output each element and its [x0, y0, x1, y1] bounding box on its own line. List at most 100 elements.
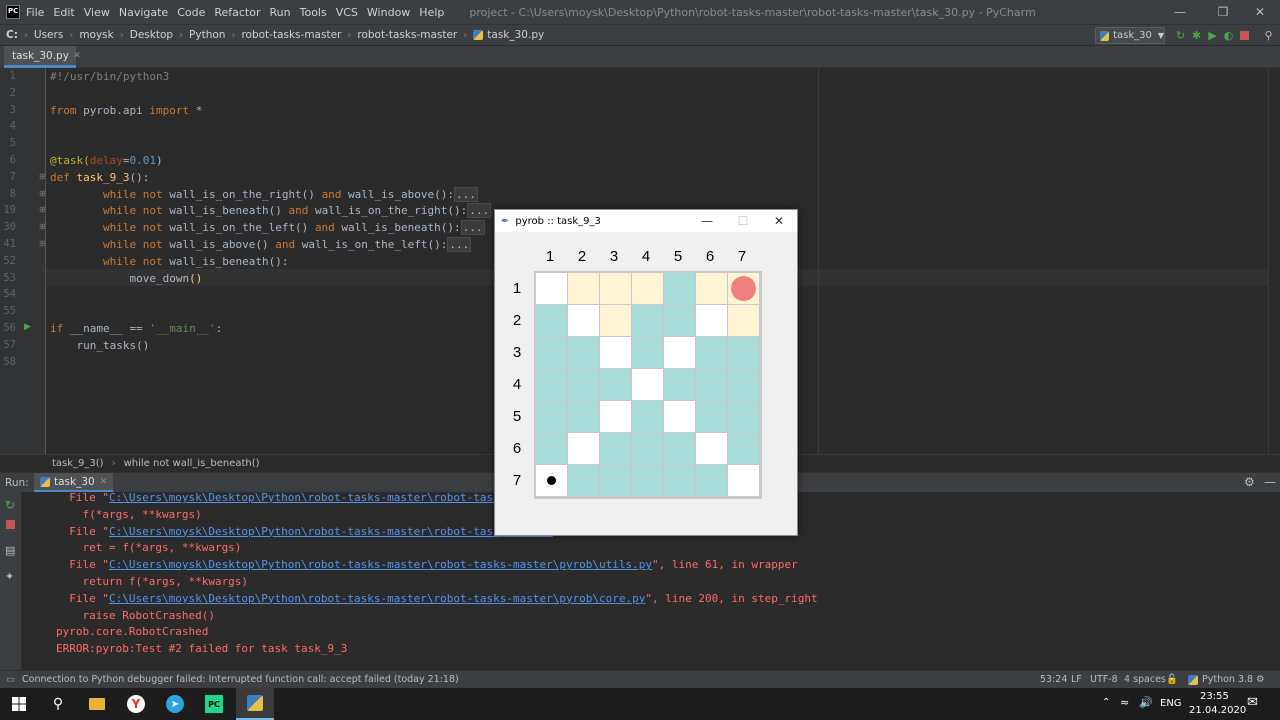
close-tab-icon[interactable]: ✕ — [100, 477, 108, 487]
layout-icon[interactable]: ▤ — [5, 544, 15, 557]
search-icon[interactable]: ⚲ — [39, 688, 77, 720]
breadcrumb-while[interactable]: while not wall_is_beneath() — [124, 458, 260, 469]
breadcrumb-item[interactable]: C: — [6, 29, 18, 41]
clock-time[interactable]: 23:55 — [1200, 691, 1229, 702]
menu-view[interactable]: View — [84, 6, 116, 19]
code-line[interactable]: while not wall_is_beneath(): — [50, 255, 288, 268]
minimize-icon[interactable]: — — [689, 210, 725, 232]
lock-icon[interactable]: 🔓 — [1166, 674, 1178, 685]
yandex-browser-icon[interactable]: Y — [117, 688, 155, 720]
breadcrumb-item[interactable]: Users — [34, 29, 63, 41]
volume-icon[interactable]: 🔊 — [1139, 696, 1153, 709]
folded-code-placeholder[interactable]: ... — [467, 203, 492, 219]
folded-code-placeholder[interactable]: ... — [454, 186, 478, 202]
breadcrumb-item[interactable]: Python — [189, 29, 225, 41]
notifications-icon[interactable]: ✉ — [1247, 695, 1258, 710]
debug-icon[interactable]: ✱ — [1190, 29, 1203, 42]
code-line[interactable]: while not wall_is_on_the_left() and wall… — [50, 220, 485, 236]
status-message[interactable]: Connection to Python debugger failed: In… — [22, 674, 459, 685]
maximize-icon[interactable]: ❐ — [1203, 0, 1243, 24]
code-line[interactable]: #!/usr/bin/python3 — [50, 70, 169, 83]
code-line[interactable]: while not wall_is_above() and wall_is_on… — [50, 237, 472, 252]
breadcrumb-item[interactable]: task_30.py — [487, 29, 544, 41]
windows-start-icon[interactable] — [0, 688, 38, 720]
editor-scrollbar[interactable] — [1268, 68, 1280, 454]
menu-vcs[interactable]: VCS — [336, 6, 364, 19]
file-link[interactable]: C:\Users\moysk\Desktop\Python\robot-task… — [109, 592, 645, 605]
fold-icon[interactable]: ⊞ — [39, 189, 46, 198]
event-log-icon[interactable]: ⚙ — [1256, 674, 1265, 685]
grid-cell — [664, 401, 695, 432]
menu-file[interactable]: File — [26, 6, 50, 19]
menu-help[interactable]: Help — [419, 6, 450, 19]
line-number: 30 — [3, 221, 16, 234]
file-explorer-icon[interactable] — [78, 688, 116, 720]
clock-date[interactable]: 21.04.2020 — [1189, 705, 1246, 716]
stop-icon[interactable] — [1238, 29, 1251, 42]
code-line[interactable]: def task_9_3(): — [50, 171, 149, 184]
breadcrumb-item[interactable]: robot-tasks-master — [357, 29, 457, 41]
output-text: return f(*args, **kwargs) — [56, 575, 249, 588]
run-tab[interactable]: task_30 ✕ — [34, 473, 114, 493]
code-token: task_9_3 — [76, 170, 130, 184]
folded-code-placeholder[interactable]: ... — [447, 237, 472, 252]
tray-chevron-up-icon[interactable]: ⌃ — [1102, 697, 1110, 708]
telegram-icon[interactable]: ➤ — [156, 688, 194, 720]
run-gutter-icon[interactable]: ▶ — [24, 322, 31, 332]
fold-icon[interactable]: ⊞ — [39, 239, 46, 248]
breadcrumb-item[interactable]: moysk — [79, 29, 113, 41]
close-icon[interactable]: ✕ — [761, 210, 797, 232]
minimize-icon[interactable]: — — [1160, 0, 1200, 24]
network-icon[interactable]: ≈ — [1120, 696, 1129, 709]
file-encoding[interactable]: UTF-8 — [1090, 674, 1118, 685]
gear-icon[interactable]: ⚙ — [1244, 475, 1255, 489]
search-icon[interactable]: ⚲ — [1262, 29, 1275, 42]
code-line[interactable]: while not wall_is_beneath() and wall_is_… — [50, 203, 492, 219]
pin-icon[interactable]: ✦ — [5, 570, 14, 583]
indent-setting[interactable]: 4 spaces — [1124, 674, 1166, 685]
hide-panel-icon[interactable]: — — [1264, 475, 1276, 489]
breadcrumb-item[interactable]: robot-tasks-master — [241, 29, 341, 41]
pyrob-title-bar[interactable]: ✒ pyrob :: task_9_3 — ☐ ✕ — [495, 210, 797, 232]
caret-position[interactable]: 53:24 — [1040, 674, 1067, 685]
rerun-icon[interactable]: ↻ — [5, 498, 15, 512]
tab-task-30-py[interactable]: task_30.py ✕ — [4, 46, 80, 68]
menu-edit[interactable]: Edit — [53, 6, 80, 19]
close-icon[interactable]: ✕ — [1240, 0, 1280, 24]
stop-icon[interactable] — [6, 520, 15, 529]
code-line[interactable]: run_tasks() — [50, 339, 149, 352]
fold-icon[interactable]: ⊞ — [39, 222, 46, 231]
pycharm-taskbar-icon[interactable]: PC — [195, 688, 233, 720]
breadcrumb-function[interactable]: task_9_3() — [52, 458, 104, 469]
folded-code-placeholder[interactable]: ... — [460, 220, 485, 236]
menu-tools[interactable]: Tools — [300, 6, 333, 19]
panel-toggle-icon[interactable]: ▭ — [6, 674, 15, 685]
output-text: File " — [56, 524, 109, 538]
interpreter-selector[interactable]: Python 3.8 — [1188, 674, 1253, 685]
breadcrumb-item[interactable]: Desktop — [130, 29, 173, 41]
file-link[interactable]: C:\Users\moysk\Desktop\Python\robot-task… — [109, 525, 553, 538]
menu-run[interactable]: Run — [270, 6, 297, 19]
code-line[interactable]: move_down() — [50, 272, 202, 285]
close-tab-icon[interactable]: ✕ — [73, 51, 81, 61]
robot-field-grid — [534, 271, 762, 499]
run-configuration-select[interactable]: task_30 ▼ — [1095, 27, 1165, 44]
profile-icon[interactable]: ◐ — [1222, 29, 1235, 42]
python-taskbar-icon[interactable] — [236, 688, 274, 720]
code-line[interactable]: if __name__ == '__main__': — [50, 322, 222, 335]
line-separator[interactable]: LF — [1071, 674, 1082, 685]
code-line[interactable]: from pyrob.api import * — [50, 104, 202, 117]
fold-icon[interactable]: ⊞ — [39, 205, 46, 214]
file-link[interactable]: C:\Users\moysk\Desktop\Python\robot-task… — [109, 558, 652, 571]
menu-window[interactable]: Window — [367, 6, 416, 19]
menu-code[interactable]: Code — [177, 6, 211, 19]
menu-refactor[interactable]: Refactor — [214, 6, 266, 19]
language-indicator[interactable]: ENG — [1160, 698, 1182, 709]
fold-icon[interactable]: ⊞ — [39, 172, 46, 181]
code-line[interactable]: while not wall_is_on_the_right() and wal… — [50, 186, 478, 202]
rerun-icon[interactable]: ↻ — [1174, 29, 1187, 42]
code-line[interactable]: @task(delay=0.01) — [50, 154, 163, 167]
menu-navigate[interactable]: Navigate — [119, 6, 174, 19]
coverage-icon[interactable]: ▶ — [1206, 29, 1219, 42]
file-link[interactable]: C:\Users\moysk\Desktop\Python\robot-task… — [109, 491, 553, 504]
